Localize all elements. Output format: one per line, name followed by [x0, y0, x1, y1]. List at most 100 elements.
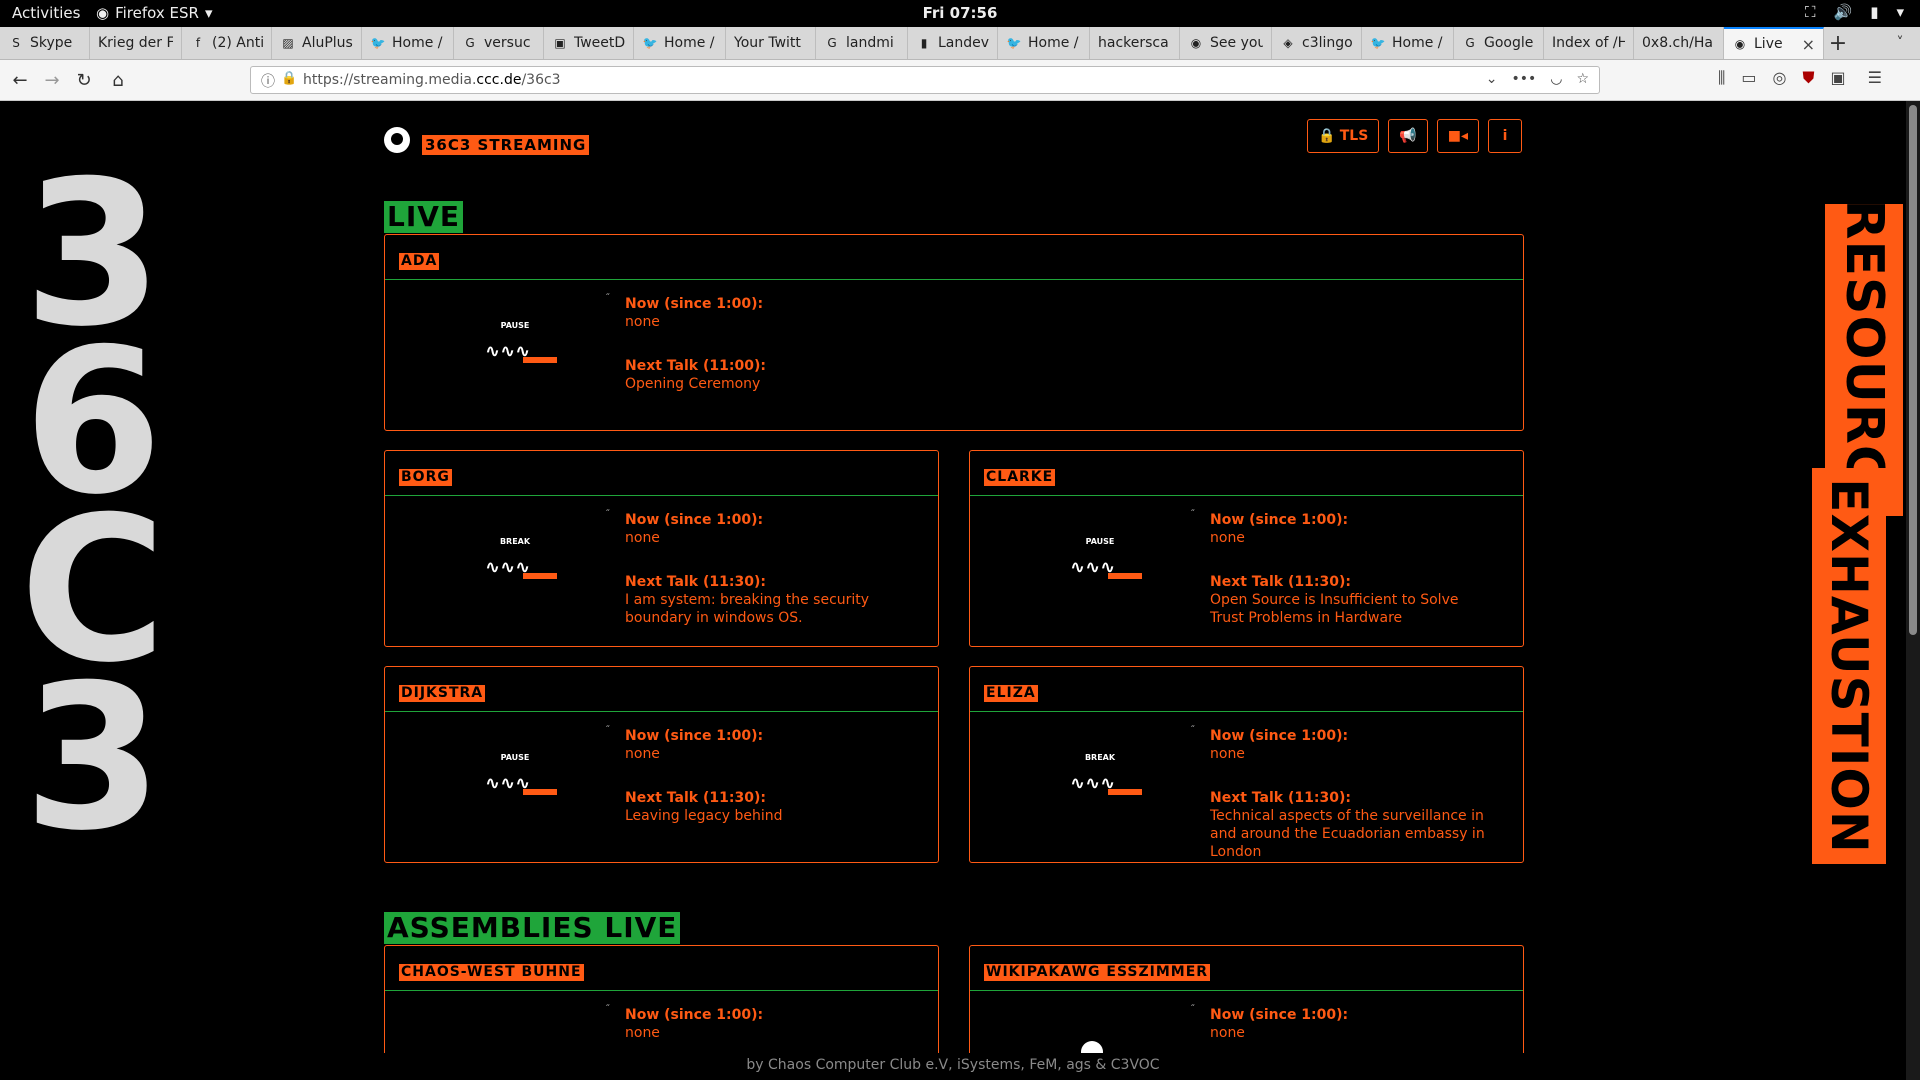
back-button[interactable]: ←: [6, 66, 34, 94]
browser-tab[interactable]: Your Twitt: [726, 27, 816, 59]
room-name[interactable]: BORG: [399, 469, 452, 486]
browser-tab[interactable]: 🐦 Home /: [634, 27, 726, 59]
browser-tab[interactable]: 0x8.ch/Ha: [1634, 27, 1724, 59]
room-preview-thumbnail[interactable]: PAUSE ∿∿∿: [1050, 527, 1150, 607]
tab-label: hackersca: [1098, 35, 1169, 51]
tab-label: c3lingo: [1302, 35, 1353, 51]
room-name[interactable]: DIJKSTRA: [399, 685, 486, 702]
system-tray[interactable]: ⛶ 🔊 ▮ ▾: [1805, 3, 1904, 21]
list-all-tabs-button[interactable]: ˅: [1888, 27, 1912, 59]
url-bar[interactable]: ⓘ 🔒 https://streaming.media.ccc.de/36c3 …: [250, 66, 1600, 94]
browser-tab[interactable]: 🐦 Home /: [998, 27, 1090, 59]
bookmark-star-icon[interactable]: ☆: [1576, 71, 1589, 87]
hamburger-menu-icon[interactable]: ☰: [1868, 68, 1882, 88]
skype-icon: S: [12, 36, 20, 50]
bullet-marker: ˝: [605, 725, 610, 736]
sidebar-icon[interactable]: ▭: [1741, 68, 1756, 88]
page-scrollbar[interactable]: [1906, 101, 1920, 1080]
browser-tab[interactable]: ◉ See you: [1180, 27, 1272, 59]
video-camera-icon: ■◂: [1447, 128, 1468, 144]
arrow-left-icon: ←: [12, 69, 28, 91]
ublock-icon[interactable]: ⛊: [1802, 68, 1814, 88]
browser-tab[interactable]: 🐦 Home /: [1362, 27, 1454, 59]
browser-tab[interactable]: Index of /H: [1544, 27, 1634, 59]
tab-label: See you: [1210, 35, 1263, 51]
room-name[interactable]: ELIZA: [984, 685, 1038, 702]
home-button[interactable]: ⌂: [104, 66, 132, 94]
browser-tab[interactable]: Krieg der F: [90, 27, 182, 59]
browser-tab[interactable]: ▮ Landev: [908, 27, 998, 59]
ccc-logo[interactable]: [384, 127, 410, 153]
next-talk-title[interactable]: Opening Ceremony: [625, 375, 1485, 393]
now-label: Now (since 1:00):: [625, 728, 764, 744]
room-name[interactable]: CLARKE: [984, 469, 1056, 486]
twitter-icon: 🐦: [642, 36, 658, 50]
now-label: Now (since 1:00):: [1210, 1007, 1349, 1023]
account-icon[interactable]: ◎: [1773, 68, 1787, 88]
room-header: CHAOS-WEST BÜHNE: [385, 946, 938, 991]
facebook-icon: f: [195, 36, 201, 50]
tab-label: Skype: [30, 35, 73, 51]
toolbar-icons: ⫼ ▭ ◎ ⛊ ▣ ☰: [1718, 68, 1882, 88]
talk-info: Now (since 1:00): none Next Talk (11:30): T…: [1210, 727, 1485, 861]
assembly-card[interactable]: CHAOS-WEST BÜHNE ˝ Now (since 1:00): none: [384, 945, 939, 1053]
info-button[interactable]: i: [1488, 119, 1522, 153]
room-card[interactable]: DIJKSTRA PAUSE ∿∿∿ ˝ Now (since 1:00): none Ne…: [384, 666, 939, 863]
room-name[interactable]: CHAOS-WEST BÜHNE: [399, 964, 584, 981]
assembly-card[interactable]: WIKIPAKAWG ESSZIMMER ˝ Now (since 1:00): no…: [969, 945, 1524, 1053]
extension-icon[interactable]: ▣: [1830, 68, 1845, 88]
page-footer: by Chaos Computer Club e.V, iSystems, Fe…: [0, 1053, 1906, 1080]
browser-tab[interactable]: S Skype: [0, 27, 90, 59]
browser-tab[interactable]: G Google: [1454, 27, 1544, 59]
room-preview-thumbnail[interactable]: PAUSE ∿∿∿: [465, 311, 565, 391]
next-label: Next Talk (11:30):: [625, 790, 766, 806]
clock[interactable]: Fri 07:56: [0, 4, 1920, 22]
room-card[interactable]: ELIZA BREAK ∿∿∿ ˝ Now (since 1:00): none Next …: [969, 666, 1524, 863]
browser-tab[interactable]: ▨ AluPlus: [272, 27, 362, 59]
close-tab-icon[interactable]: ×: [1802, 35, 1815, 54]
browser-tab[interactable]: Gversuc: [454, 27, 544, 59]
decorative-36c3-vertical: 3 6 C 3: [8, 155, 178, 859]
browser-tab[interactable]: ◉ Live ×: [1724, 27, 1824, 59]
tweetdeck-icon: ▣: [554, 36, 566, 50]
tls-button[interactable]: 🔒 TLS: [1307, 119, 1380, 153]
browser-tab[interactable]: ▣ TweetD: [544, 27, 634, 59]
room-name[interactable]: WIKIPAKAWG ESSZIMMER: [984, 964, 1211, 981]
room-preview-thumbnail[interactable]: BREAK ∿∿∿: [465, 527, 565, 607]
library-icon[interactable]: ⫼: [1718, 68, 1725, 88]
room-state-label: PAUSE: [1085, 537, 1115, 546]
pocket-icon[interactable]: ◡: [1550, 71, 1562, 87]
browser-tab[interactable]: ◈ c3lingo: [1272, 27, 1362, 59]
room-preview-thumbnail[interactable]: BREAK ∿∿∿: [1050, 743, 1150, 823]
next-talk-title[interactable]: Open Source is Insufficient to Solve Tru…: [1210, 591, 1485, 627]
next-talk-title[interactable]: Technical aspects of the surveillance in…: [1210, 807, 1485, 861]
site-title[interactable]: 36C3 STREAMING: [422, 135, 590, 155]
url-text[interactable]: https://streaming.media.ccc.de/36c3: [303, 72, 561, 88]
browser-tab[interactable]: Glandmi: [816, 27, 908, 59]
bullet-marker: ˝: [605, 509, 610, 520]
lock-icon[interactable]: 🔒: [281, 71, 297, 86]
room-card[interactable]: CLARKE PAUSE ∿∿∿ ˝ Now (since 1:00): none Next…: [969, 450, 1524, 647]
new-tab-button[interactable]: +: [1822, 27, 1854, 59]
next-talk-title[interactable]: I am system: breaking the security bound…: [625, 591, 900, 627]
room-name[interactable]: ADA: [399, 253, 440, 270]
twitter-icon: 🐦: [1006, 36, 1022, 50]
next-talk-title[interactable]: Leaving legacy behind: [625, 807, 900, 825]
video-button[interactable]: ■◂: [1436, 119, 1479, 153]
room-card[interactable]: BORG BREAK ∿∿∿ ˝ Now (since 1:00): none Next T…: [384, 450, 939, 647]
reload-button[interactable]: ↻: [70, 66, 98, 94]
info-icon[interactable]: ⓘ: [261, 71, 275, 91]
next-label: Next Talk (11:30):: [625, 574, 766, 590]
tab-label: TweetD: [574, 35, 625, 51]
room-preview-thumbnail[interactable]: PAUSE ∿∿∿: [465, 743, 565, 823]
page-actions-icon[interactable]: •••: [1511, 71, 1536, 87]
announcements-button[interactable]: 📢: [1388, 119, 1428, 153]
browser-tab[interactable]: 🐦 Home /: [362, 27, 454, 59]
chevron-down-icon[interactable]: ⌄: [1486, 71, 1498, 87]
room-card[interactable]: ADA PAUSE ∿∿∿ ˝ Now (since 1:00): none Next Ta…: [384, 234, 1524, 431]
browser-tab[interactable]: f (2) Anti: [182, 27, 272, 59]
scrollbar-thumb[interactable]: [1909, 105, 1917, 635]
browser-tab[interactable]: hackersca: [1090, 27, 1180, 59]
forward-button[interactable]: →: [38, 66, 66, 94]
now-value: none: [625, 1025, 660, 1041]
